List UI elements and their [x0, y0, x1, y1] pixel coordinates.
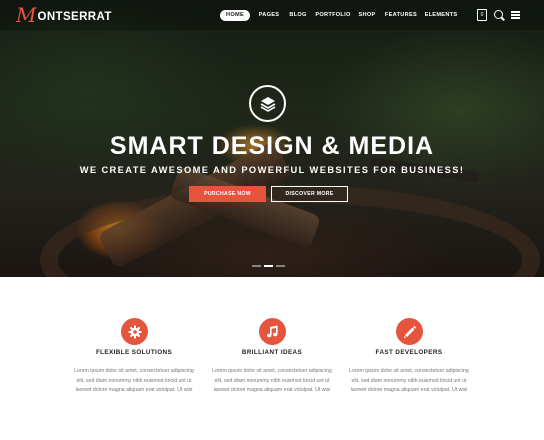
nav-item-features[interactable]: FEATURES	[384, 10, 418, 21]
layers-icon	[249, 85, 286, 122]
hero-title: SMART DESIGN & MEDIA	[109, 132, 435, 160]
slider-dot[interactable]	[252, 265, 261, 267]
feature-text-line: laoreet dolore magna aliquam erat volutp…	[350, 387, 468, 393]
nav-item-shop[interactable]: SHOP	[356, 10, 378, 21]
slider-dot-active[interactable]	[264, 265, 273, 267]
feature-description: Lorem ipsum dolor sit amet, consectetuer…	[339, 367, 479, 396]
nav-item-pages[interactable]: PAGES	[254, 10, 284, 21]
nav-item-portfolio[interactable]: PORTFOLIO	[315, 10, 351, 21]
music-note-icon	[259, 318, 286, 345]
hero-subtitle: WE CREATE AWESOME AND POWERFUL WEBSITES …	[79, 165, 465, 175]
slider-dot[interactable]	[276, 265, 285, 267]
nav-item-home[interactable]: HOME	[220, 10, 250, 21]
logo-initial: M	[16, 3, 37, 27]
feature-text-line: Lorem ipsum dolor sit amet, consectetuer…	[74, 368, 194, 374]
feature-title: BRILLIANT IDEAS	[241, 349, 303, 356]
search-icon[interactable]	[494, 10, 503, 19]
hero-banner: M ONTSERRAT HOME PAGES BLOG PORTFOLIO SH…	[0, 0, 544, 277]
nav-item-elements[interactable]: ELEMENTS	[423, 10, 459, 21]
nav-item-blog[interactable]: BLOG	[286, 10, 310, 21]
feature-text-line: Lorem ipsum dolor sit amet, consectetuer…	[349, 368, 469, 374]
logo-text: ONTSERRAT	[37, 11, 112, 23]
pencil-icon	[396, 318, 423, 345]
feature-text-line: elit, sed diam nonummy nibh euismod tinc…	[214, 377, 330, 384]
discover-more-button[interactable]: DISCOVER MORE	[271, 186, 348, 202]
hamburger-menu-icon[interactable]	[511, 11, 520, 19]
gear-icon	[121, 318, 148, 345]
feature-description: Lorem ipsum dolor sit amet, consectetuer…	[64, 367, 204, 396]
feature-text-line: laoreet dolore magna aliquam erat volutp…	[213, 387, 331, 393]
feature-text-line: elit, sed diam nonummy nibh euismod tinc…	[351, 377, 467, 384]
shopping-bag-icon[interactable]: 0	[477, 9, 487, 21]
cart-count: 0	[480, 12, 484, 18]
feature-title: FLEXIBLE SOLUTIONS	[95, 349, 173, 356]
feature-title: FAST DEVELOPERS	[375, 349, 443, 356]
feature-text-line: elit, sed diam nonummy nibh euismod tinc…	[76, 377, 192, 384]
site-logo[interactable]: M ONTSERRAT	[16, 3, 112, 27]
purchase-now-button[interactable]: PURCHASE NOW	[189, 186, 266, 202]
top-navbar: M ONTSERRAT HOME PAGES BLOG PORTFOLIO SH…	[0, 0, 544, 30]
feature-description: Lorem ipsum dolor sit amet, consectetuer…	[202, 367, 342, 396]
feature-text-line: Lorem ipsum dolor sit amet, consectetuer…	[212, 368, 332, 374]
feature-text-line: laoreet dolore magna aliquam erat volutp…	[75, 387, 193, 393]
